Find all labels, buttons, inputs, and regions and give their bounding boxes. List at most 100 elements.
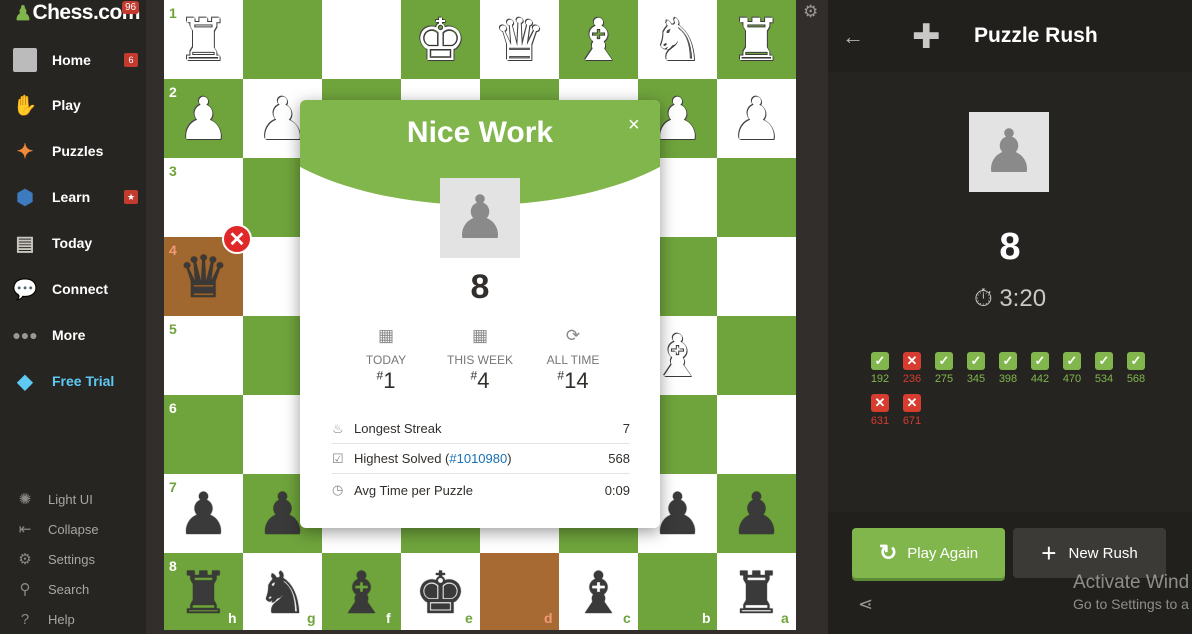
white-rook[interactable]: ♜	[164, 0, 243, 79]
stat-avg-time: ◷ Avg Time per Puzzle 0:09	[332, 475, 630, 505]
square[interactable]	[717, 316, 796, 395]
square[interactable]	[243, 0, 322, 79]
collapse-button[interactable]: ⇤ Collapse	[0, 514, 146, 544]
rank-label: 3	[169, 163, 177, 179]
black-bishop[interactable]: ♝	[322, 553, 401, 632]
rank-label: 5	[169, 321, 177, 337]
rank-label: THIS WEEK	[446, 353, 513, 367]
notification-badge: 96	[122, 1, 140, 14]
check-icon: ✓	[871, 352, 889, 370]
check-icon: ✓	[935, 352, 953, 370]
stat-label: Longest Streak	[354, 421, 442, 436]
square[interactable]	[717, 395, 796, 474]
white-pawn[interactable]: ♟	[164, 79, 243, 158]
modal-score: 8	[470, 268, 490, 306]
bnav-label: Search	[48, 581, 90, 597]
result-item[interactable]: ✕ 671	[896, 394, 928, 434]
nav-connect[interactable]: 💬 Connect	[0, 269, 146, 309]
result-item[interactable]: ✓ 275	[928, 352, 960, 392]
checkbox-icon: ☑	[332, 450, 344, 466]
light-ui-toggle[interactable]: ✺ Light UI	[0, 484, 146, 514]
share-icon[interactable]: ⋖	[858, 594, 873, 615]
result-item[interactable]: ✓ 398	[992, 352, 1024, 392]
close-icon[interactable]: ×	[628, 114, 640, 137]
nav-label: Play	[52, 97, 81, 113]
rank-all-time: ⟳ ALL TIME #14	[523, 326, 623, 394]
black-rook[interactable]: ♜	[164, 553, 243, 632]
nav-label: Free Trial	[52, 373, 115, 389]
square[interactable]	[717, 237, 796, 316]
nav-learn[interactable]: ⬢ Learn ★	[0, 177, 146, 217]
help-link[interactable]: ? Help	[0, 604, 146, 634]
search-icon: ⚲	[19, 581, 31, 598]
bnav-label: Collapse	[48, 521, 99, 537]
nav-more[interactable]: ●●● More	[0, 315, 146, 355]
black-pawn[interactable]: ♟	[164, 474, 243, 553]
nav-home[interactable]: Home 6	[0, 40, 146, 80]
rush-timer: ⏱ 3:20	[828, 285, 1192, 313]
result-rating: 568	[1126, 373, 1146, 385]
x-icon: ✕	[871, 394, 889, 412]
white-rook[interactable]: ♜	[717, 0, 796, 79]
play-again-label: Play Again	[907, 544, 979, 562]
search-link[interactable]: ⚲ Search	[0, 574, 146, 604]
refresh-icon: ⟳	[565, 326, 581, 345]
check-icon: ✓	[1031, 352, 1049, 370]
black-pawn[interactable]: ♟	[717, 474, 796, 553]
stat-value: 0:09	[604, 482, 630, 498]
puzzle-link[interactable]: #1010980	[449, 451, 507, 466]
settings-link[interactable]: ⚙ Settings	[0, 544, 146, 574]
result-item[interactable]: ✓ 345	[960, 352, 992, 392]
result-item[interactable]: ✓ 442	[1024, 352, 1056, 392]
white-queen[interactable]: ♛	[480, 0, 559, 79]
stat-highest-solved: ☑ Highest Solved (#1010980) 568	[332, 444, 630, 474]
rank-number: 14	[564, 368, 589, 393]
stat-label-end: )	[507, 451, 512, 466]
gear-icon: ⚙	[18, 551, 32, 568]
result-item[interactable]: ✓ 568	[1120, 352, 1152, 392]
board-settings-icon[interactable]: ⚙	[803, 2, 818, 22]
collapse-icon: ⇤	[18, 521, 32, 538]
nav-play[interactable]: ✋ Play	[0, 85, 146, 125]
nav-free-trial[interactable]: ◆ Free Trial	[0, 361, 146, 401]
square[interactable]	[717, 158, 796, 237]
white-pawn[interactable]: ♟	[717, 79, 796, 158]
nav-today[interactable]: ▤ Today	[0, 223, 146, 263]
result-rating: 236	[902, 373, 922, 385]
result-item[interactable]: ✓ 470	[1056, 352, 1088, 392]
result-item[interactable]: ✕ 236	[896, 352, 928, 392]
rank-value: #1	[336, 368, 436, 394]
learn-icon: ⬢	[16, 186, 34, 209]
nav-puzzles[interactable]: ✦ Puzzles	[0, 131, 146, 171]
white-king[interactable]: ♚	[401, 0, 480, 79]
diamond-icon: ◆	[17, 370, 33, 393]
white-bishop[interactable]: ♝	[559, 0, 638, 79]
black-king[interactable]: ♚	[401, 553, 480, 632]
result-item[interactable]: ✓ 534	[1088, 352, 1120, 392]
home-icon	[11, 46, 39, 74]
back-arrow-icon[interactable]: ←	[842, 24, 864, 50]
avatar: ♟	[440, 178, 520, 258]
rank-label: 6	[169, 400, 177, 416]
timer-value: 3:20	[999, 285, 1047, 312]
x-icon: ✕	[903, 352, 921, 370]
result-item[interactable]: ✓ 192	[864, 352, 896, 392]
result-rating: 442	[1030, 373, 1050, 385]
black-rook[interactable]: ♜	[717, 553, 796, 632]
play-again-button[interactable]: ↻ Play Again	[852, 528, 1005, 578]
result-rating: 275	[934, 373, 954, 385]
square[interactable]	[322, 0, 401, 79]
check-icon: ✓	[999, 352, 1017, 370]
black-bishop[interactable]: ♝	[559, 553, 638, 632]
new-rush-button[interactable]: + New Rush	[1013, 528, 1166, 578]
stat-value: 7	[622, 421, 630, 436]
result-item[interactable]: ✕ 631	[864, 394, 896, 434]
black-knight[interactable]: ♞	[243, 553, 322, 632]
pawn-avatar-icon: ♟	[982, 117, 1036, 187]
bnav-label: Help	[48, 611, 75, 627]
rank-number: 1	[383, 368, 396, 393]
nav-label: Learn	[52, 189, 91, 205]
white-knight[interactable]: ♞	[638, 0, 717, 79]
check-icon: ✓	[1063, 352, 1081, 370]
panel-header: ← ✚ Puzzle Rush	[828, 0, 1192, 72]
